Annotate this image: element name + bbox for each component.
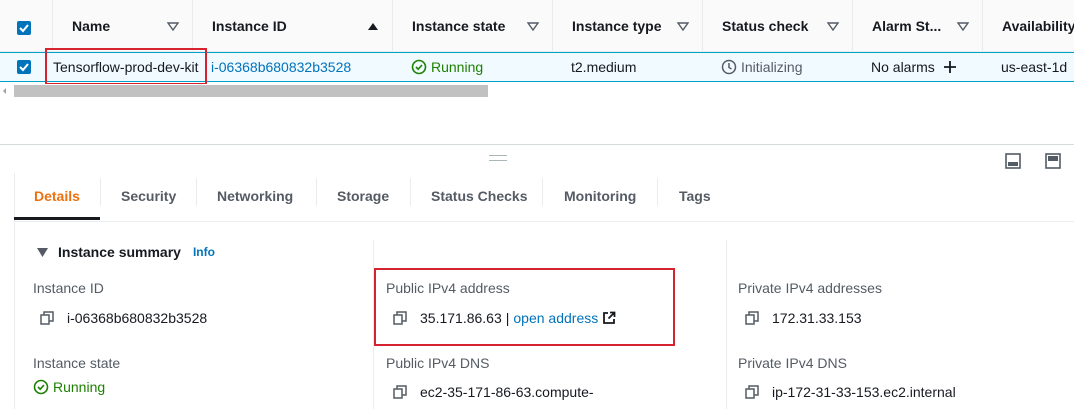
split-divider[interactable] (0, 144, 1074, 145)
tab-divider (657, 178, 658, 206)
availability-zone: us-east-1d (1001, 53, 1067, 81)
checkmark-icon (19, 63, 29, 72)
instance-state: Running (411, 53, 483, 81)
tab-label: Details (34, 188, 80, 204)
panel-bottom-icon[interactable] (1005, 153, 1021, 169)
copy-icon[interactable] (745, 311, 759, 325)
column-header-label: Alarm St... (872, 17, 942, 34)
caret-down-icon[interactable] (37, 247, 48, 257)
select-all-checkbox[interactable] (17, 21, 31, 35)
tab-divider (100, 178, 101, 206)
instance-state-text: Running (431, 59, 484, 75)
public-dns-label: Public IPv4 DNS (386, 355, 490, 371)
instance-id-label: Instance ID (33, 280, 104, 296)
tab-divider (316, 178, 317, 206)
clock-icon (721, 59, 737, 75)
drag-handle-icon[interactable] (489, 155, 507, 156)
tab-label: Monitoring (564, 188, 637, 204)
tab-networking[interactable]: Networking (217, 173, 293, 219)
sort-icon[interactable] (167, 22, 179, 31)
tab-security[interactable]: Security (121, 173, 176, 219)
tab-tags[interactable]: Tags (679, 173, 711, 219)
column-header-label: Name (72, 17, 111, 34)
public-dns-value: ec2-35-171-86-63.compute- (420, 384, 594, 400)
details-tabs: Details Security Networking Storage Stat… (14, 173, 1074, 222)
check-circle-icon (33, 379, 49, 395)
tab-label: Networking (217, 188, 294, 204)
column-header-instance-id[interactable]: Instance ID (192, 0, 392, 51)
sort-icon[interactable] (827, 22, 839, 31)
sort-icon[interactable] (677, 22, 689, 31)
tab-status-checks[interactable]: Status Checks (431, 173, 527, 219)
availability-zone-text: us-east-1d (1001, 59, 1068, 75)
section-title: Instance summary (58, 244, 181, 260)
scrollbar-thumb[interactable] (14, 85, 488, 97)
tab-label: Security (121, 188, 177, 204)
instance-summary-header[interactable]: Instance summary Info (37, 244, 215, 260)
check-circle-icon (411, 59, 427, 75)
column-header-label: Instance ID (212, 17, 287, 34)
tab-storage[interactable]: Storage (337, 173, 389, 219)
column-header-name[interactable]: Name (52, 0, 192, 51)
active-tab-indicator (14, 217, 100, 220)
sort-icon[interactable] (957, 22, 969, 31)
instance-type-text: t2.medium (571, 59, 637, 75)
alarm-status-text: No alarms (871, 59, 935, 75)
private-ipv4-value: 172.31.33.153 (772, 310, 862, 326)
highlight-box-public-ipv4 (374, 268, 675, 346)
public-dns-field: ec2-35-171-86-63.compute- (393, 384, 594, 400)
tab-details[interactable]: Details (34, 173, 80, 219)
tab-divider (542, 178, 543, 206)
private-ipv4-field: 172.31.33.153 (745, 310, 862, 326)
tab-monitoring[interactable]: Monitoring (564, 173, 636, 219)
add-alarm-icon[interactable] (943, 60, 957, 74)
column-header-label: Status check (722, 17, 809, 34)
column-header-label: Instance type (572, 17, 662, 34)
status-check-text: Initializing (741, 59, 803, 75)
instance-state-label: Instance state (33, 355, 121, 371)
private-dns-label: Private IPv4 DNS (738, 355, 847, 371)
sort-icon[interactable] (527, 22, 539, 31)
column-header-status-check[interactable]: Status check (702, 0, 852, 51)
private-dns-field: ip-172-31-33-153.ec2.internal (745, 384, 956, 400)
column-header-instance-state[interactable]: Instance state (392, 0, 552, 51)
column-header-label: Availability (1002, 17, 1074, 34)
row-checkbox[interactable] (17, 60, 31, 74)
private-dns-value: ip-172-31-33-153.ec2.internal (772, 384, 956, 400)
instance-state-field: Running (33, 379, 105, 395)
column-header-instance-type[interactable]: Instance type (552, 0, 702, 51)
column-header-alarm-status[interactable]: Alarm St... (852, 0, 982, 51)
tab-divider (410, 178, 411, 206)
private-ipv4-label: Private IPv4 addresses (738, 280, 882, 296)
column-header-availability[interactable]: Availability (982, 0, 1074, 51)
instance-id-field: i-06368b680832b3528 (40, 310, 207, 326)
column-divider (726, 240, 727, 409)
sort-ascending-icon[interactable] (367, 22, 379, 31)
instance-type: t2.medium (571, 53, 636, 81)
tab-divider (196, 178, 197, 206)
instance-id-text: i-06368b680832b3528 (211, 59, 352, 75)
drag-handle-icon[interactable] (489, 160, 507, 161)
alarm-status: No alarms (871, 53, 957, 81)
instance-state-value: Running (53, 379, 106, 395)
panel-expand-icon[interactable] (1045, 153, 1061, 169)
column-header-label: Instance state (412, 17, 506, 34)
highlight-box-instance-name (45, 48, 207, 85)
copy-icon[interactable] (745, 385, 759, 399)
table-header: Name Instance ID Instance state Instance… (0, 0, 1074, 52)
copy-icon[interactable] (393, 385, 407, 399)
tab-label: Storage (337, 188, 390, 204)
copy-icon[interactable] (40, 311, 54, 325)
instance-id-value: i-06368b680832b3528 (67, 310, 208, 326)
checkmark-icon (19, 24, 29, 33)
info-link[interactable]: Info (193, 245, 215, 259)
tab-label: Tags (679, 188, 711, 204)
scroll-left-icon[interactable] (3, 88, 6, 94)
instance-id-link[interactable]: i-06368b680832b3528 (211, 53, 351, 81)
status-check: Initializing (721, 53, 802, 81)
tab-label: Status Checks (431, 188, 528, 204)
